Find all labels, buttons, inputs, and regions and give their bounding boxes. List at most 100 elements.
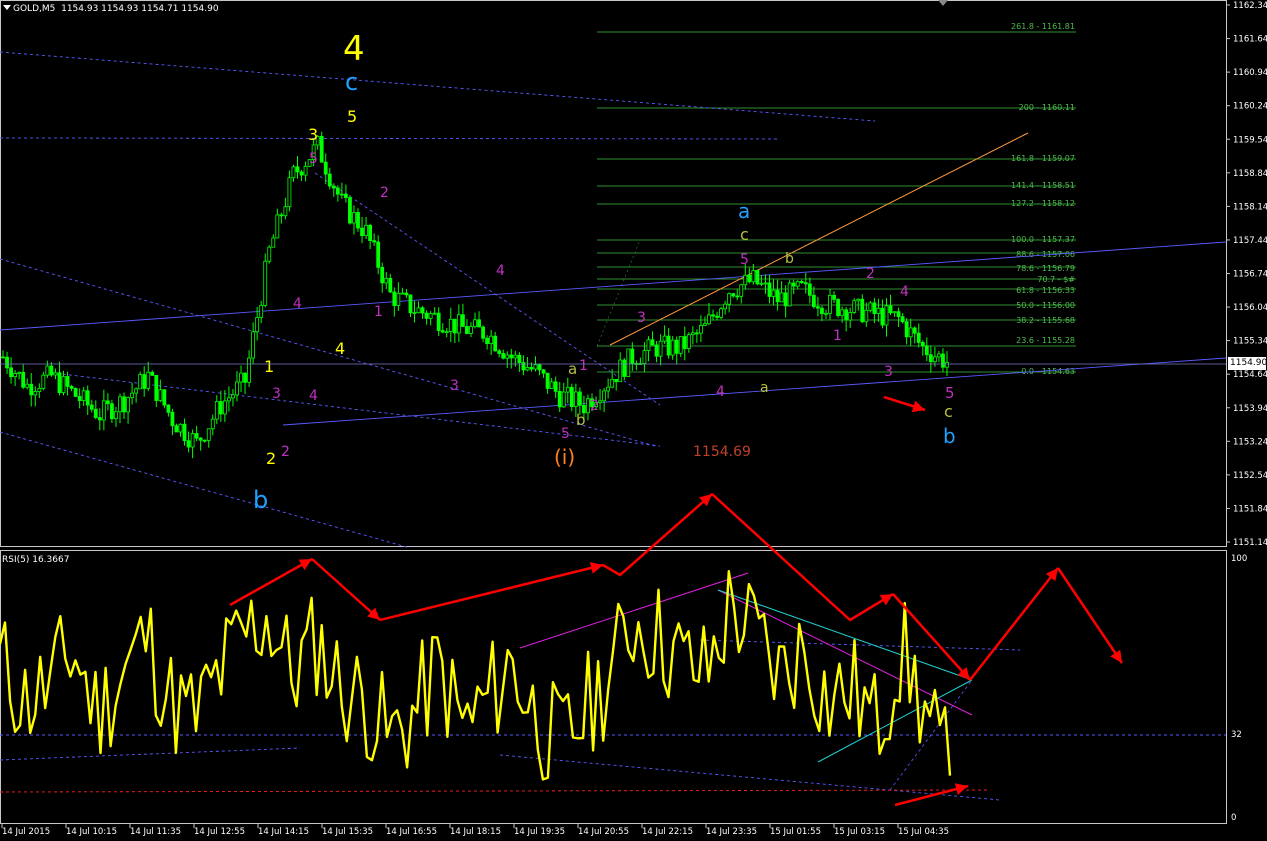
candle-body <box>678 336 683 354</box>
candle-body <box>372 240 377 243</box>
candle-body <box>166 404 171 413</box>
candle-body <box>356 212 360 229</box>
candle-body <box>348 197 352 224</box>
candle-body <box>618 359 623 383</box>
candle-body <box>146 371 151 389</box>
candle-body <box>279 214 284 217</box>
forecast-arrows[interactable] <box>229 395 1124 807</box>
candle-body <box>69 386 74 389</box>
candle-body <box>719 308 723 318</box>
candle-body <box>37 387 42 392</box>
wave-label-magenta: 3 <box>450 378 459 394</box>
candle-body <box>892 311 897 314</box>
candles <box>1 131 949 459</box>
candle-body <box>920 342 925 347</box>
fib-level-label: 61.8 - 1156.33 <box>1016 286 1075 295</box>
candle-body <box>227 397 231 402</box>
trendline <box>0 747 301 761</box>
candle-body <box>497 350 502 354</box>
candle-body <box>816 306 820 309</box>
candle-body <box>904 321 909 338</box>
candle-body <box>577 391 582 406</box>
candle-body <box>110 403 114 420</box>
candle-body <box>178 423 183 433</box>
candle-body <box>392 291 397 306</box>
candle-body <box>848 312 853 321</box>
price-tick-label: 1162.34 <box>1233 1 1267 11</box>
candle-body <box>206 428 211 441</box>
rsi-level-red <box>0 789 991 793</box>
candle-body <box>650 339 655 346</box>
candle-body <box>836 299 840 317</box>
candle-body <box>771 289 776 297</box>
wave-label-magenta: 3 <box>884 364 893 380</box>
candle-body <box>610 378 615 388</box>
candle-body <box>452 318 457 334</box>
chart-shift-icon[interactable] <box>938 0 948 6</box>
red-arrow-head <box>954 783 968 795</box>
candle-body <box>130 392 134 398</box>
candle-body <box>739 284 744 297</box>
candle-body <box>735 295 740 298</box>
candle-body <box>436 312 441 331</box>
time-tick-label: 15 Jul 04:35 <box>898 827 949 837</box>
candle-body <box>154 374 159 401</box>
red-arrow <box>711 493 894 622</box>
candle-body <box>142 374 147 389</box>
candle-body <box>460 314 465 327</box>
time-tick-label: 14 Jul 2015 <box>2 827 50 837</box>
candle-body <box>222 400 227 415</box>
time-tick-label: 15 Jul 01:55 <box>770 827 821 837</box>
fib-retracement[interactable]: 261.8 - 1161.81 200 - 1160.11 161.8 - 1159… <box>596 22 1076 376</box>
candle-body <box>807 283 812 296</box>
candle-body <box>364 224 368 237</box>
trendline <box>282 357 1227 426</box>
candle-body <box>658 340 663 357</box>
wave-label-5: 5 <box>347 107 357 126</box>
rsi-tick-label: 100 <box>1231 554 1247 564</box>
candle-body <box>549 381 554 389</box>
trendline <box>499 754 1001 801</box>
symbol-menu-icon[interactable] <box>3 5 11 10</box>
red-arrow <box>1056 567 1124 664</box>
wave-label-magenta: 1 <box>579 358 588 374</box>
red-arrow <box>602 493 713 577</box>
wave-label-magenta: 2 <box>281 444 290 460</box>
candle-body <box>715 315 719 318</box>
fib-level-label: 23.6 - 1155.28 <box>1016 336 1075 345</box>
rsi-line <box>0 570 952 781</box>
candle-body <box>231 394 235 399</box>
candle-body <box>420 307 425 314</box>
candle-body <box>190 433 195 448</box>
candle-body <box>868 302 873 311</box>
candle-body <box>416 307 421 314</box>
wave-label-magenta: 2 <box>380 185 389 201</box>
candle-body <box>9 367 13 378</box>
wave-label-b-olive: b <box>785 251 794 267</box>
candle-body <box>666 335 671 356</box>
red-arrow <box>969 567 1059 681</box>
candle-body <box>844 309 849 321</box>
time-tick-label: 14 Jul 22:15 <box>642 827 693 837</box>
candle-body <box>537 364 542 371</box>
candle-body <box>852 300 857 313</box>
candle-body <box>795 280 800 287</box>
fib-level-label: 261.8 - 1161.81 <box>1011 22 1075 31</box>
candle-body <box>424 312 429 319</box>
candle-body <box>727 293 732 305</box>
wave-label-magenta: 2 <box>590 398 599 414</box>
candle-body <box>210 418 215 430</box>
fib-level-label: 38.2 - 1155.68 <box>1016 316 1075 325</box>
candle-body <box>711 314 715 317</box>
wave-label-i: (i) <box>554 445 575 469</box>
candle-body <box>303 165 308 176</box>
candle-body <box>731 293 736 297</box>
candle-body <box>896 311 901 318</box>
wave-label-magenta: 5 <box>561 426 570 442</box>
fib-level-label: 0.0 - 1154.63 <box>1021 367 1075 376</box>
axes: 1162.34 1161.64 1160.94 1160.24 1159.54 1158.… <box>0 1 1267 837</box>
wave-labels: 4c53124bac5cb(i)baab1154.695214312345235… <box>253 29 956 514</box>
candle-body <box>1 356 5 359</box>
candle-body <box>65 376 70 387</box>
fib-level-label: 88.6 - 1157.06 <box>1016 250 1075 259</box>
